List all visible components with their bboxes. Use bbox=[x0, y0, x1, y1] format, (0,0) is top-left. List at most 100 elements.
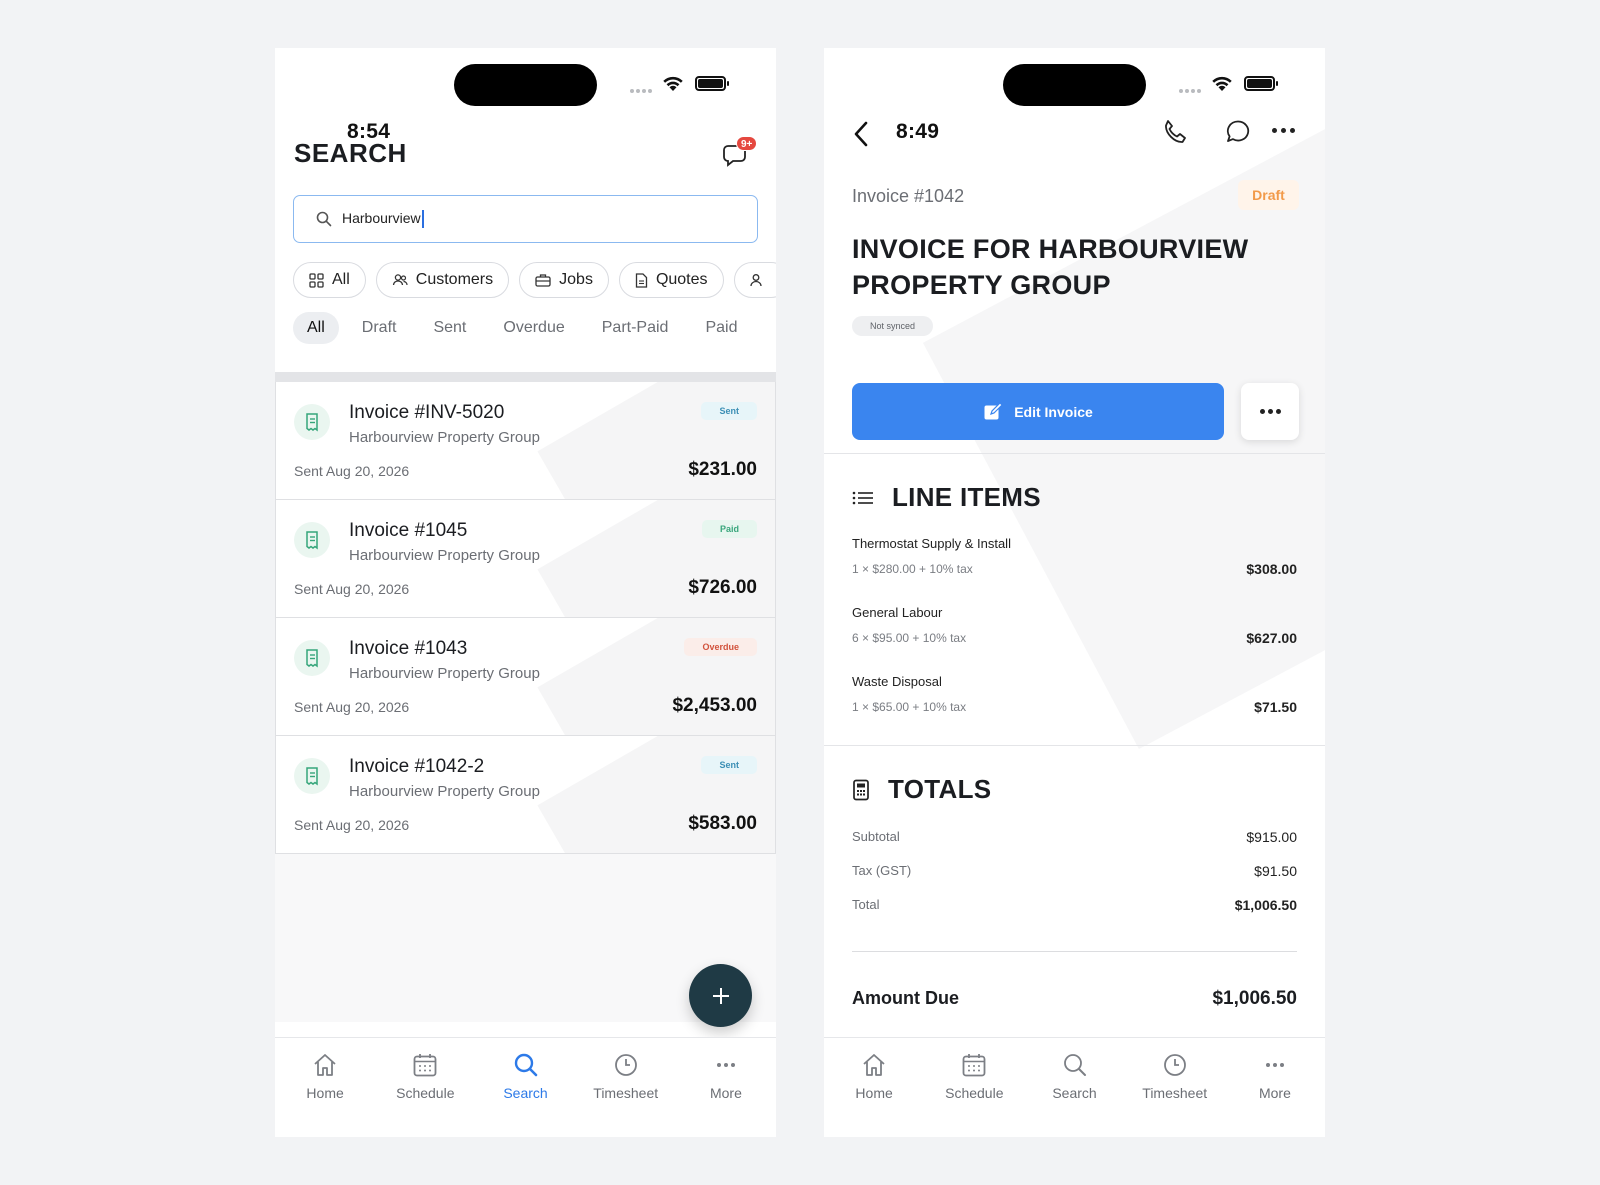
edit-invoice-button[interactable]: Edit Invoice bbox=[852, 383, 1224, 440]
edit-invoice-label: Edit Invoice bbox=[1014, 403, 1093, 420]
status-time: 8:49 bbox=[896, 120, 940, 143]
user-icon bbox=[749, 274, 762, 287]
invoice-amount: $583.00 bbox=[688, 813, 757, 834]
status-tab-overdue[interactable]: Overdue bbox=[489, 312, 578, 344]
status-tab-part-paid[interactable]: Part-Paid bbox=[588, 312, 683, 344]
section-divider bbox=[824, 745, 1325, 746]
invoice-title: Invoice #INV-5020 bbox=[349, 402, 505, 423]
totals-label: Tax (GST) bbox=[852, 863, 912, 878]
chip-team[interactable] bbox=[733, 262, 776, 298]
line-item-name: Thermostat Supply & Install bbox=[852, 536, 1011, 551]
list-item[interactable]: Invoice #INV-5020 Harbourview Property G… bbox=[275, 382, 776, 500]
chip-quotes[interactable]: Quotes bbox=[618, 262, 724, 298]
page-title: SEARCH bbox=[294, 138, 407, 168]
calendar-icon bbox=[413, 1054, 437, 1077]
more-actions-button[interactable] bbox=[1241, 383, 1299, 440]
invoice-title: Invoice #1045 bbox=[349, 520, 468, 541]
list-item[interactable]: Invoice #1042-2 Harbourview Property Gro… bbox=[275, 736, 776, 854]
status-tab-paid[interactable]: Paid bbox=[691, 312, 751, 344]
status-tab-all[interactable]: All bbox=[293, 312, 339, 344]
tab-label: More bbox=[1258, 1085, 1291, 1101]
status-filter-tabs: All Draft Sent Overdue Part-Paid Paid bbox=[293, 312, 760, 344]
search-icon bbox=[316, 211, 332, 227]
invoice-amount: $726.00 bbox=[688, 577, 757, 598]
tab-home[interactable]: Home bbox=[824, 1038, 924, 1137]
customer-name: Harbourview Property Group bbox=[349, 429, 540, 446]
wifi-icon bbox=[1212, 76, 1232, 91]
tab-schedule[interactable]: Schedule bbox=[375, 1038, 475, 1137]
search-value: Harbourview bbox=[342, 210, 421, 227]
notification-badge: 9+ bbox=[736, 136, 758, 151]
dot bbox=[1267, 409, 1273, 414]
list-item[interactable]: Invoice #1043 Harbourview Property Group… bbox=[275, 618, 776, 736]
customer-name: Harbourview Property Group bbox=[349, 783, 540, 800]
tab-more[interactable]: More bbox=[1225, 1038, 1325, 1137]
section-divider bbox=[824, 453, 1325, 454]
tab-more[interactable]: More bbox=[676, 1038, 776, 1137]
status-tab-sent[interactable]: Sent bbox=[419, 312, 480, 344]
tab-label: Schedule bbox=[396, 1085, 455, 1101]
clock-icon bbox=[1163, 1054, 1186, 1076]
more-options-icon[interactable] bbox=[1272, 128, 1295, 133]
document-icon bbox=[635, 272, 648, 288]
chip-label: All bbox=[332, 271, 350, 288]
tab-label: Timesheet bbox=[1142, 1085, 1208, 1101]
tab-schedule[interactable]: Schedule bbox=[924, 1038, 1024, 1137]
calendar-icon bbox=[962, 1054, 986, 1077]
tab-label: Search bbox=[1052, 1085, 1097, 1101]
tab-search[interactable]: Search bbox=[1024, 1038, 1124, 1137]
customer-name: Harbourview Property Group bbox=[349, 665, 540, 682]
chip-jobs[interactable]: Jobs bbox=[519, 262, 609, 298]
line-item-amount: $308.00 bbox=[1246, 561, 1297, 577]
status-tab-draft[interactable]: Draft bbox=[348, 312, 411, 344]
line-item-detail: 1 × $65.00 + 10% tax bbox=[852, 700, 967, 714]
invoice-title: Invoice #1043 bbox=[349, 638, 468, 659]
totals-value: $915.00 bbox=[1246, 829, 1297, 845]
dynamic-island bbox=[454, 64, 597, 106]
line-item-amount: $71.50 bbox=[1254, 699, 1297, 715]
text-caret bbox=[421, 209, 424, 228]
dot bbox=[1259, 409, 1265, 414]
chat-icon[interactable] bbox=[1224, 118, 1252, 146]
tab-home[interactable]: Home bbox=[275, 1038, 375, 1137]
status-badge: Sent bbox=[701, 402, 757, 420]
tab-timesheet[interactable]: Timesheet bbox=[1125, 1038, 1225, 1137]
bottom-tab-bar: Home Schedule Search Timesheet More bbox=[824, 1037, 1325, 1137]
search-icon bbox=[1063, 1054, 1086, 1076]
chip-all[interactable]: All bbox=[293, 262, 366, 298]
sent-date: Sent Aug 20, 2026 bbox=[294, 699, 410, 715]
invoice-title: Invoice #1042-2 bbox=[349, 756, 485, 777]
add-button[interactable] bbox=[689, 964, 752, 1027]
tab-label: Schedule bbox=[945, 1085, 1004, 1101]
search-input[interactable]: Harbourview bbox=[293, 195, 758, 243]
list-icon bbox=[852, 491, 873, 504]
totals-value: $91.50 bbox=[1254, 863, 1297, 879]
users-icon bbox=[392, 274, 408, 286]
chip-customers[interactable]: Customers bbox=[375, 262, 510, 298]
totals-header: TOTALS bbox=[852, 774, 991, 805]
briefcase-icon bbox=[535, 274, 551, 287]
invoice-amount: $2,453.00 bbox=[672, 695, 757, 716]
dot bbox=[1275, 409, 1281, 414]
chip-label: Customers bbox=[415, 271, 494, 288]
invoice-icon bbox=[294, 640, 330, 676]
more-icon bbox=[1265, 1063, 1284, 1067]
tab-search[interactable]: Search bbox=[475, 1038, 575, 1137]
invoice-icon bbox=[294, 758, 330, 794]
amount-due-divider bbox=[852, 951, 1297, 952]
sent-date: Sent Aug 20, 2026 bbox=[294, 817, 410, 833]
battery-icon bbox=[695, 76, 729, 91]
tab-label: Home bbox=[855, 1085, 893, 1101]
tab-timesheet[interactable]: Timesheet bbox=[576, 1038, 676, 1137]
list-item[interactable]: Invoice #1045 Harbourview Property Group… bbox=[275, 500, 776, 618]
back-arrow-icon[interactable] bbox=[852, 120, 870, 148]
phone-icon[interactable] bbox=[1161, 118, 1189, 146]
chip-label: Jobs bbox=[559, 271, 593, 288]
battery-icon bbox=[1244, 76, 1278, 91]
invoice-detail-screen: 8:49 Invoice #1042 Draft INVOICE FOR HAR… bbox=[824, 48, 1325, 1137]
plus-icon bbox=[712, 987, 729, 1004]
more-icon bbox=[716, 1063, 735, 1067]
cellular-signal-icon bbox=[630, 89, 652, 93]
section-title: LINE ITEMS bbox=[892, 482, 1041, 512]
wifi-icon bbox=[663, 76, 683, 91]
